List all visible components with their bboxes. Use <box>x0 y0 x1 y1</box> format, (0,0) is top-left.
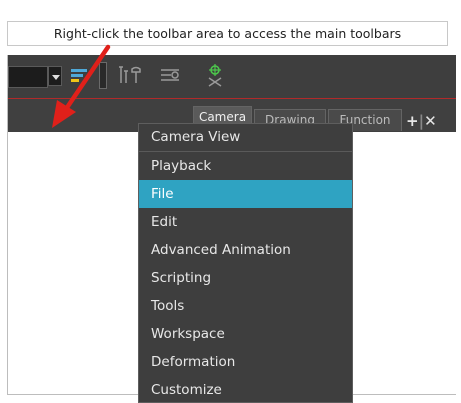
context-menu: Camera View Playback File Edit Advanced … <box>138 123 353 403</box>
tool-props-icon[interactable] <box>118 65 142 85</box>
menu-item-label: Customize <box>151 382 222 398</box>
menu-item-label: Deformation <box>151 354 236 370</box>
toolbar-separator <box>99 62 107 89</box>
menu-item-deformation[interactable]: Deformation <box>139 348 352 376</box>
menu-item-tools[interactable]: Tools <box>139 292 352 320</box>
menu-item-file[interactable]: File <box>139 180 352 208</box>
deform-icon[interactable] <box>159 66 181 84</box>
menu-item-customize[interactable]: Customize <box>139 376 352 402</box>
menu-item-label: Advanced Animation <box>151 242 291 258</box>
menu-item-camera-view[interactable]: Camera View <box>139 124 352 152</box>
menu-item-label: Playback <box>151 158 212 174</box>
toolbar-area[interactable] <box>8 55 456 98</box>
menu-item-label: Scripting <box>151 270 212 286</box>
callout-text: Right-click the toolbar area to access t… <box>53 26 402 41</box>
menu-item-advanced-animation[interactable]: Advanced Animation <box>139 236 352 264</box>
menu-item-label: Edit <box>151 214 178 230</box>
add-tab-icon[interactable]: + <box>406 112 419 130</box>
menu-item-workspace[interactable]: Workspace <box>139 320 352 348</box>
instruction-callout: Right-click the toolbar area to access t… <box>7 21 448 46</box>
menu-item-scripting[interactable]: Scripting <box>139 264 352 292</box>
close-icon[interactable]: ✕ <box>424 112 437 130</box>
menu-item-playback[interactable]: Playback <box>139 152 352 180</box>
menu-item-label: Workspace <box>151 326 225 342</box>
tab-tools: +|✕ <box>406 112 437 130</box>
menu-item-label: Camera View <box>151 129 241 145</box>
menu-item-label: File <box>151 186 174 202</box>
menu-item-label: Tools <box>151 298 185 314</box>
toolbar-dropdown-field[interactable] <box>8 66 48 88</box>
menu-item-edit[interactable]: Edit <box>139 208 352 236</box>
tab-label: Camera <box>198 110 247 124</box>
layers-icon[interactable] <box>70 68 88 84</box>
pivot-icon[interactable] <box>204 63 226 87</box>
dropdown-icon[interactable] <box>48 66 62 86</box>
